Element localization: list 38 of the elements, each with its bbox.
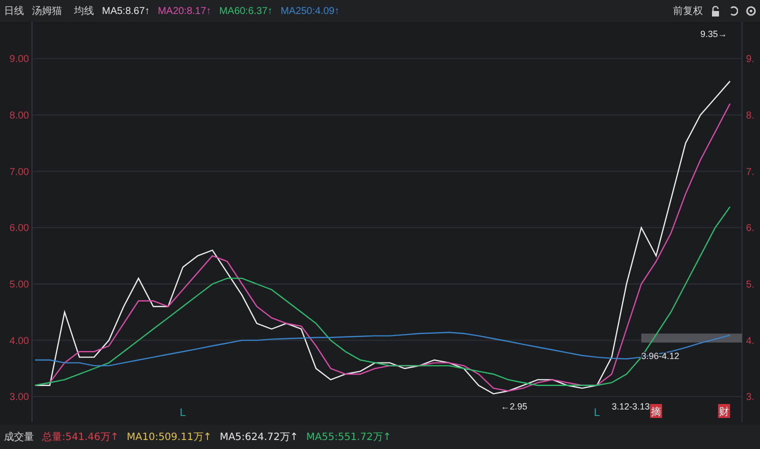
signal-marker[interactable]: L	[180, 407, 186, 419]
signal-marker[interactable]: L	[594, 407, 600, 419]
stock-name: 汤姆猫	[32, 4, 62, 18]
volume-value: MA5:624.72万↑	[220, 430, 298, 444]
event-tag[interactable]: 财	[718, 404, 730, 418]
ma-label[interactable]: 均线	[74, 4, 94, 18]
y-axis-label: 7.	[746, 166, 754, 178]
y-axis-label: 4.00	[10, 336, 29, 347]
settings-icon[interactable]	[746, 6, 756, 16]
price-annotation: ←2.95	[500, 401, 528, 412]
y-axis-label: 9.	[746, 54, 754, 66]
price-adjust-option[interactable]: 前复权	[673, 4, 703, 18]
y-axis-label: 5.	[746, 279, 754, 290]
volume-value: 总量:541.46万↑	[42, 430, 119, 444]
y-axis-label: 6.00	[10, 223, 29, 234]
y-axis-label: 9.00	[10, 54, 29, 66]
y-axis-label: 6.	[746, 223, 754, 234]
price-annotation: 3.96-4.12	[641, 351, 680, 362]
y-axis-label: 8.00	[10, 110, 29, 122]
price-annotation: 9.35→	[700, 28, 727, 39]
event-tag[interactable]: 摘	[650, 404, 662, 418]
volume-value: MA10:509.11万↑	[126, 430, 212, 444]
period-label[interactable]: 日线	[4, 4, 24, 18]
y-axis-label: 3.	[746, 392, 754, 404]
y-axis-label: 5.00	[10, 279, 29, 290]
volume-value: MA55:551.72万↑	[306, 430, 392, 444]
y-axis-label: 4.	[746, 336, 754, 347]
lock-icon[interactable]	[711, 6, 720, 16]
undo-icon[interactable]	[728, 6, 738, 16]
moving-average-value: MA250:4.09↑	[280, 4, 340, 18]
price-annotation: 3.12-3.13	[612, 401, 650, 412]
y-axis-label: 8.	[746, 110, 754, 122]
moving-average-value: MA20:8.17↑	[158, 4, 212, 18]
y-axis-label: 7.00	[10, 166, 29, 178]
y-axis-label: 3.00	[10, 392, 29, 404]
volume-label: 成交量	[4, 430, 34, 444]
moving-average-value: MA60:6.37↑	[219, 4, 273, 18]
moving-average-value: MA5:8.67↑	[102, 4, 150, 18]
